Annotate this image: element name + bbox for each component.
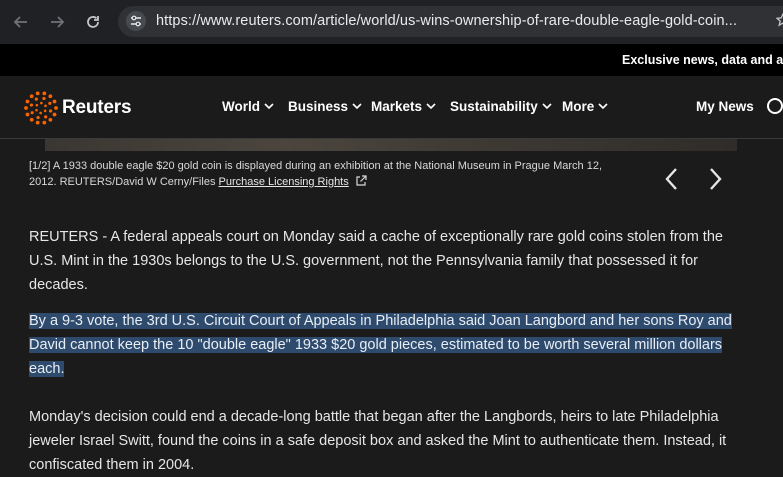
promo-text[interactable]: Exclusive news, data and a <box>622 53 783 67</box>
chevron-left-icon <box>665 168 677 190</box>
nav-label: Business <box>288 99 349 114</box>
logo-dot <box>24 106 28 110</box>
reload-button[interactable] <box>81 10 105 34</box>
nav-label: More <box>562 99 595 114</box>
logo-dot <box>43 109 47 113</box>
logo-text: Reuters <box>62 97 132 118</box>
nav-item-business[interactable]: Business <box>288 99 362 114</box>
search-icon[interactable] <box>765 96 783 121</box>
back-button[interactable] <box>9 10 33 34</box>
logo-dot <box>40 101 43 105</box>
chevron-right-icon <box>710 168 722 190</box>
logo-dot <box>48 109 53 113</box>
logo-dot <box>39 111 42 115</box>
logo-dot <box>25 99 30 104</box>
chevron-down-icon <box>426 103 436 110</box>
forward-button[interactable] <box>45 10 69 34</box>
logo-dot <box>44 104 47 108</box>
logo-dot <box>42 120 47 125</box>
nav-label: Sustainability <box>450 99 538 114</box>
reuters-logo-icon <box>24 91 58 125</box>
article-paragraph: Monday's decision could end a decade-lon… <box>29 409 727 473</box>
photo-caption: [1/2] A 1933 double eagle $20 gold coin … <box>29 158 629 190</box>
site-header: Reuters World Business Markets Sustainab… <box>0 76 783 139</box>
arrow-right-icon <box>51 16 65 28</box>
logo-dot <box>48 94 53 99</box>
nav-item-more[interactable]: More <box>562 99 608 114</box>
article-paragraph-selected: By a 9-3 vote, the 3rd U.S. Circuit Cour… <box>29 309 734 381</box>
logo-dot <box>29 103 34 107</box>
logo-dot <box>30 111 34 115</box>
logo-dot <box>29 117 34 122</box>
logo-dot <box>35 108 38 112</box>
text-selection: By a 9-3 vote, the 3rd U.S. Circuit Cour… <box>29 313 732 377</box>
carousel-prev-button[interactable] <box>660 166 684 192</box>
logo-dot <box>52 112 57 117</box>
promo-banner: Exclusive news, data and a <box>0 44 783 76</box>
article-photo <box>45 139 737 151</box>
site-settings-icon[interactable] <box>126 11 146 31</box>
logo-dot <box>35 91 40 96</box>
nav-item-sustainability[interactable]: Sustainability <box>450 99 552 114</box>
logo-dot <box>48 117 53 122</box>
logo-dot <box>34 97 38 101</box>
logo-dot <box>48 101 52 105</box>
chevron-down-icon <box>352 103 362 110</box>
chevron-down-icon <box>542 103 552 110</box>
logo-dot <box>25 112 30 117</box>
purchase-licensing-link[interactable]: Purchase Licensing Rights <box>219 176 349 188</box>
external-link-icon[interactable] <box>355 175 367 187</box>
logo-dot <box>36 115 40 120</box>
logo-dot <box>42 96 46 101</box>
nav-label: Markets <box>371 99 423 114</box>
logo-dot <box>35 120 40 125</box>
logo-dot <box>52 99 57 104</box>
nav-item-world[interactable]: World <box>222 99 274 114</box>
chevron-down-icon <box>264 103 274 110</box>
bookmark-star-icon[interactable] <box>775 12 783 32</box>
logo-dot <box>44 115 48 119</box>
nav-item-markets[interactable]: Markets <box>371 99 436 114</box>
address-bar[interactable]: https://www.reuters.com/article/world/us… <box>118 6 783 37</box>
logo-dot <box>29 94 34 99</box>
browser-toolbar: https://www.reuters.com/article/world/us… <box>0 0 783 44</box>
url-text: https://www.reuters.com/article/world/us… <box>156 13 738 29</box>
carousel-next-button[interactable] <box>703 166 727 192</box>
nav-label: World <box>222 99 260 114</box>
logo-dot <box>35 103 39 107</box>
reuters-logo[interactable]: Reuters <box>24 91 132 125</box>
logo-dot <box>42 91 47 96</box>
my-news-link[interactable]: My News <box>696 99 754 114</box>
reload-icon <box>87 16 99 28</box>
article-paragraph: REUTERS - A federal appeals court on Mon… <box>29 229 723 293</box>
arrow-left-icon <box>13 16 27 28</box>
logo-dot <box>54 106 58 110</box>
chevron-down-icon <box>598 103 608 110</box>
